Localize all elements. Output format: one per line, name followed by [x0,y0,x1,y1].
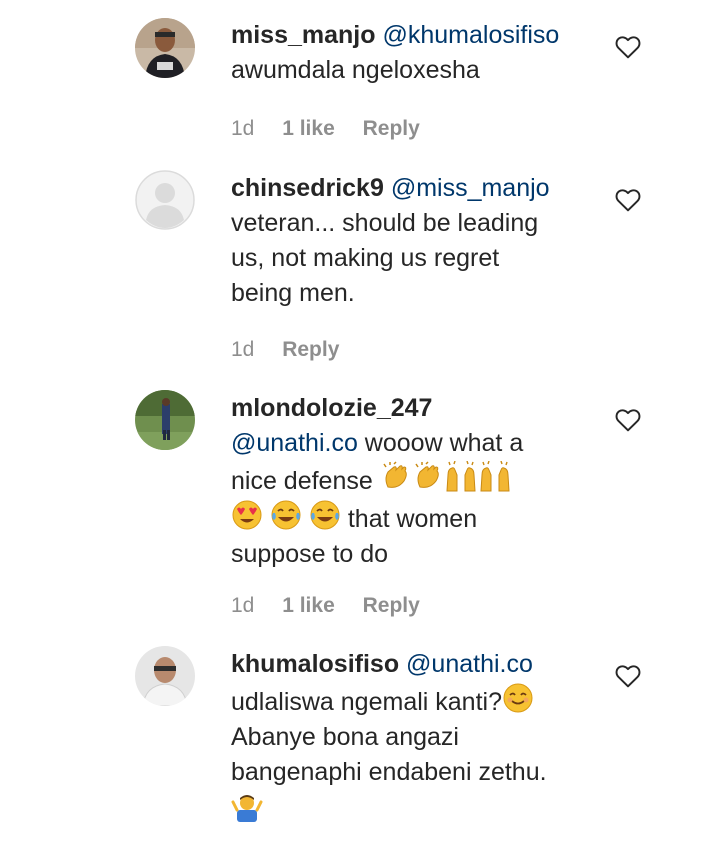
username[interactable]: mlondolozie_247 [231,394,432,422]
comment-line: that women [347,505,478,533]
reply-button[interactable]: Reply [363,594,420,617]
comment-meta: 1d 1 like Reply [231,594,442,618]
clapping-hands-icon [383,461,407,488]
mention-link[interactable]: @khumalosifiso [382,21,559,49]
comment-text: chinsedrick9 @miss_manjo veteran... shou… [231,171,591,311]
timestamp: 1d [231,594,255,617]
comment-text: khumalosifiso @unathi.co udlaliswa ngema… [231,647,591,828]
comment-text: miss_manjo @khumalosifiso awumdala ngelo… [231,18,591,88]
reply-button[interactable]: Reply [282,338,339,361]
mention-link[interactable]: @unathi.co [231,429,358,457]
timestamp: 1d [231,117,255,140]
username[interactable]: chinsedrick9 [231,174,384,202]
tears-of-joy-icon [310,500,340,530]
likes-count[interactable]: 1 like [282,117,335,140]
username[interactable]: khumalosifiso [231,650,399,678]
heart-outline-icon[interactable] [615,408,641,432]
comment-khumalosifiso: khumalosifiso @unathi.co udlaliswa ngema… [0,635,720,846]
timestamp: 1d [231,338,255,361]
comment-line: suppose to do [231,540,389,568]
comment-text: mlondolozie_247 @unathi.co wooow what a … [231,391,591,572]
reply-button[interactable]: Reply [363,117,420,140]
comment-line: Abanye bona angazi [231,723,459,751]
likes-count[interactable]: 1 like [282,594,335,617]
comment-line: veteran... should be leading [231,209,539,237]
heart-outline-icon[interactable] [615,188,641,212]
comment-line: us, not making us regret [231,244,500,272]
heart-outline-icon[interactable] [615,35,641,59]
clapping-hands-icon [415,461,439,488]
avatar[interactable] [135,170,195,230]
avatar[interactable] [135,646,195,706]
comment-line: udlaliswa ngemali kanti? [231,688,502,716]
mention-link[interactable]: @miss_manjo [391,174,550,202]
raising-hands-icon [480,461,510,492]
heart-outline-icon[interactable] [615,664,641,688]
mention-link[interactable]: @unathi.co [406,650,533,678]
avatar[interactable] [135,390,195,450]
comment-line: awumdala ngeloxesha [231,56,480,84]
avatar[interactable] [135,18,195,78]
comment-line: wooow what a [364,429,524,457]
tears-of-joy-icon [271,500,301,530]
comment-mlondolozie-247: mlondolozie_247 @unathi.co wooow what a … [0,380,720,635]
comment-line: bangenaphi endabeni zethu. [231,758,547,786]
shrugging-man-icon [231,795,263,822]
comment-meta: 1d 1 like Reply [231,117,442,141]
comment-line: being men. [231,279,355,307]
smiling-face-icon [503,683,533,713]
raising-hands-icon [446,461,476,492]
heart-eyes-icon [232,500,262,530]
comment-meta: 1d Reply [231,338,361,362]
comment-line: nice defense [231,467,373,495]
comment-chinsedrick9: chinsedrick9 @miss_manjo veteran... shou… [0,160,720,380]
username[interactable]: miss_manjo [231,21,376,49]
comment-miss-manjo: miss_manjo @khumalosifiso awumdala ngelo… [0,0,720,160]
